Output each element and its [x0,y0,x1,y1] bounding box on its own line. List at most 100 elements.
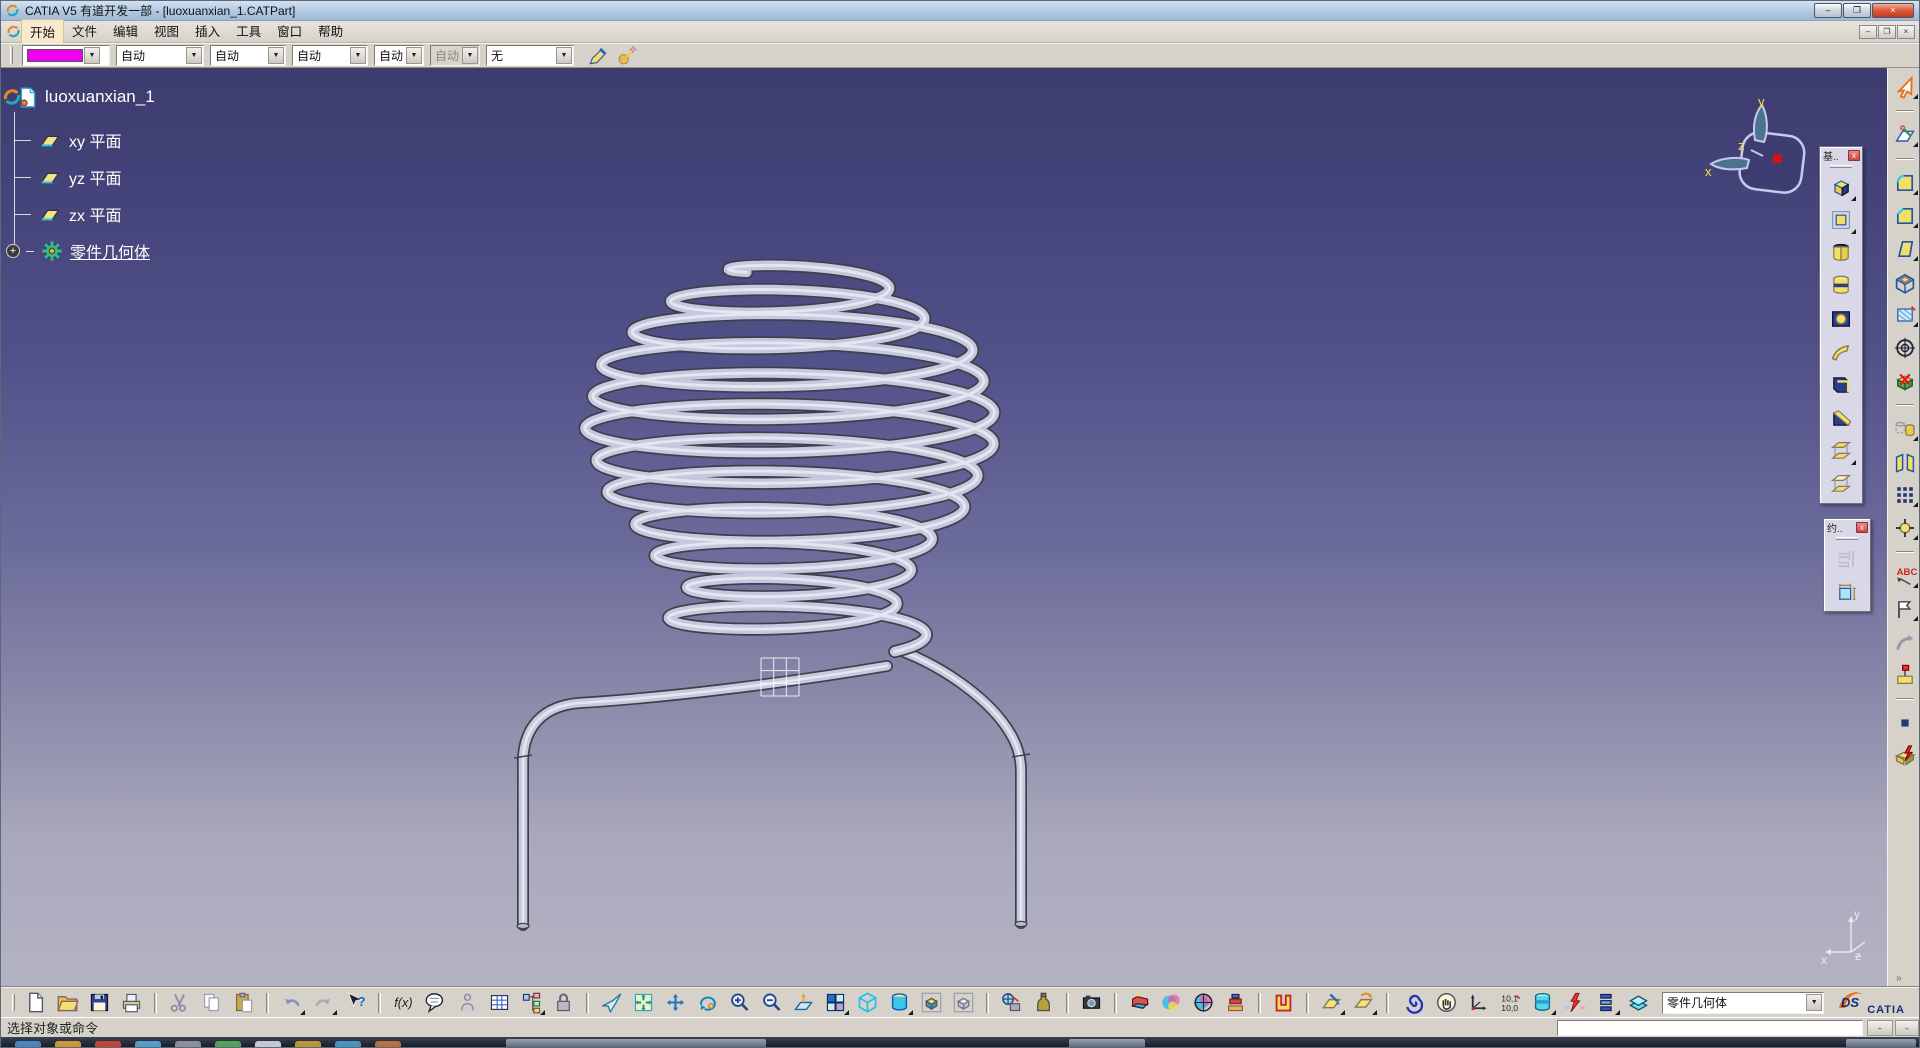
sheet-copy-icon[interactable] [1349,989,1378,1016]
rib-icon[interactable] [1825,337,1857,367]
3d-viewport[interactable]: luoxuanxian_1 xy 平面 yz 平面 zx 平面 + 零件几何体 … [1,68,1887,987]
taskbar-item-8[interactable] [295,1041,321,1048]
power-input[interactable] [1557,1020,1863,1036]
flyout-arrow-icon[interactable] [1913,616,1918,621]
fly-icon[interactable] [597,989,626,1016]
chevron-down-icon[interactable]: ▼ [556,47,572,64]
taskbar-item-10[interactable] [375,1041,401,1048]
flyout-arrow-icon[interactable] [1340,1010,1345,1015]
wizard-icon[interactable] [613,43,640,68]
fx-icon[interactable]: f(x) [389,989,418,1016]
save-icon[interactable] [85,989,114,1016]
render-style-icon[interactable] [885,989,914,1016]
shell-icon[interactable] [1891,269,1919,295]
zoom-in-icon[interactable] [725,989,754,1016]
pattern-icon[interactable] [1891,482,1919,508]
flyout-arrow-icon[interactable] [1372,1010,1377,1015]
thick-icon[interactable] [1891,302,1919,328]
new-doc-icon[interactable] [21,989,50,1016]
hole-icon[interactable] [1825,304,1857,334]
graphic-combo-4[interactable]: 自动▼ [374,45,424,66]
menu-1[interactable]: 开始 [21,19,64,44]
section-u-icon[interactable] [1269,989,1298,1016]
chevron-down-icon[interactable]: ▼ [84,47,100,64]
flyout-arrow-icon[interactable] [844,1010,849,1015]
menu-7[interactable]: 窗口 [269,19,310,44]
menu-2[interactable]: 文件 [64,19,105,44]
toolbar-grip[interactable] [10,47,13,64]
depth-box-icon[interactable] [1125,989,1154,1016]
menu-4[interactable]: 视图 [146,19,187,44]
chevron-down-icon[interactable]: ▼ [186,47,202,64]
chevron-down-icon[interactable]: ▼ [406,47,422,64]
close-button[interactable]: × [1872,3,1914,18]
menu-8[interactable]: 帮助 [310,19,351,44]
workbench-combo[interactable]: 零件几何体 ▼ [1662,992,1824,1014]
catalog-tree-icon[interactable] [517,989,546,1016]
chamfer-icon[interactable] [1891,203,1919,229]
grab-icon[interactable] [1432,989,1461,1016]
flyout-arrow-icon[interactable] [1913,142,1918,147]
panel-grip[interactable] [1830,165,1852,168]
swirl-icon[interactable] [1400,989,1429,1016]
graphic-combo-3[interactable]: 自动▼ [292,45,368,66]
tree-root[interactable]: luoxuanxian_1 [1,85,155,109]
chevron-down-icon[interactable]: ▼ [1806,994,1822,1011]
mdi-close-button[interactable]: × [1897,25,1915,39]
quad-view-icon[interactable] [821,989,850,1016]
stiffener-icon[interactable] [1825,403,1857,433]
menu-5[interactable]: 插入 [187,19,228,44]
camera-icon[interactable] [1077,989,1106,1016]
shaft-icon[interactable] [1825,238,1857,268]
contact-constraint-icon[interactable] [1831,577,1863,607]
scale-icon[interactable] [1891,515,1919,541]
expand-icon[interactable]: + [6,244,20,258]
menu-3[interactable]: 编辑 [105,19,146,44]
small-square-icon[interactable] [1891,710,1919,736]
close-icon[interactable]: x [1856,522,1868,533]
flyout-arrow-icon[interactable] [332,1010,337,1015]
taskbar-window-2[interactable] [1069,1039,1145,1048]
color-combo[interactable]: ▼ [22,45,110,66]
copy-icon[interactable] [197,989,226,1016]
fit-all-icon[interactable] [629,989,658,1016]
constraint-icon[interactable] [1831,544,1863,574]
rotate-icon[interactable] [693,989,722,1016]
graphic-combo-2[interactable]: 自动▼ [210,45,286,66]
paste-icon[interactable] [229,989,258,1016]
target-map-icon[interactable] [1189,989,1218,1016]
close-icon[interactable]: x [1848,150,1860,161]
graphic-combo-6[interactable]: 无▼ [486,45,574,66]
flyout-arrow-icon[interactable] [1913,322,1918,327]
flyout-arrow-icon[interactable] [300,1010,305,1015]
speech-icon[interactable] [421,989,450,1016]
globe-box-icon[interactable] [997,989,1026,1016]
taskbar-item-2[interactable] [55,1041,81,1048]
restore-button[interactable]: ❐ [1843,3,1871,18]
taskbar-item-7[interactable] [255,1041,281,1048]
flyout-arrow-icon[interactable] [1913,256,1918,261]
more-tools-icon[interactable]: » [1896,973,1902,984]
removed-loft-icon[interactable] [1825,469,1857,499]
flyout-arrow-icon[interactable] [1913,223,1918,228]
redo-icon[interactable] [309,989,338,1016]
undo-icon[interactable] [277,989,306,1016]
translate2-icon[interactable] [1891,416,1919,442]
flyout-arrow-icon[interactable] [1851,229,1856,234]
compass-y-wing[interactable] [1754,105,1767,142]
remove-face-icon[interactable] [1891,368,1919,394]
flyout-arrow-icon[interactable] [1551,1010,1556,1015]
flyout-arrow-icon[interactable] [1913,535,1918,540]
env-map-icon[interactable] [1157,989,1186,1016]
loft-icon[interactable] [1825,436,1857,466]
flyout-arrow-icon[interactable] [1851,196,1856,201]
status-button-1[interactable]: ⌁ [1867,1020,1893,1036]
slot-icon[interactable] [1825,370,1857,400]
flyout-arrow-icon[interactable] [908,1010,913,1015]
tree-item-plane-1[interactable]: xy 平面 [14,128,121,152]
flyout-arrow-icon[interactable] [1913,190,1918,195]
view-arrow-icon[interactable] [1891,629,1919,655]
iso-view-icon[interactable] [853,989,882,1016]
minimize-button[interactable]: – [1814,3,1842,18]
ink-icon[interactable] [1029,989,1058,1016]
